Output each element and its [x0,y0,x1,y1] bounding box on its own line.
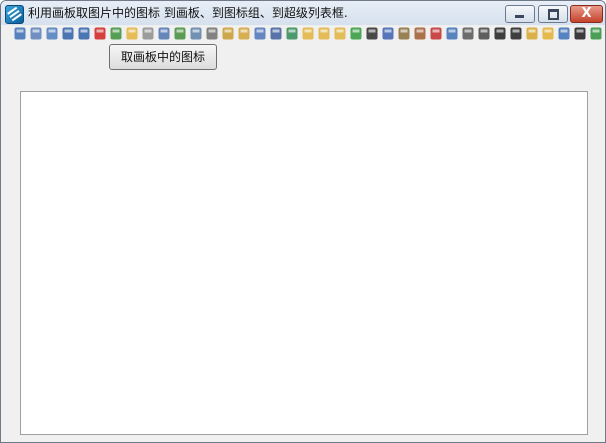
minimize-button[interactable] [505,5,535,23]
frame-bold-icon[interactable] [509,26,523,41]
grid-icon[interactable] [365,26,379,41]
undo-icon[interactable] [61,26,75,41]
save-all-icon[interactable] [285,26,299,41]
page-icon[interactable] [445,26,459,41]
crop-icon[interactable] [477,26,491,41]
star-icon[interactable] [541,26,555,41]
new-folder-icon[interactable] [301,26,315,41]
text-icon[interactable] [381,26,395,41]
image-icon[interactable] [109,26,123,41]
redo-icon[interactable] [77,26,91,41]
monitor-icon[interactable] [573,26,587,41]
brush-icon[interactable] [397,26,411,41]
network-icon[interactable] [557,26,571,41]
save-icon[interactable] [269,26,283,41]
lock-folder-icon[interactable] [221,26,235,41]
box-icon[interactable] [253,26,267,41]
app-icon[interactable] [5,5,24,24]
clear-icon[interactable] [429,26,443,41]
frame-icon[interactable] [493,26,507,41]
title-bar: 利用画板取图片中的图标 到画板、到图标组、到超级列表框. X [1,1,605,25]
open-folder-icon[interactable] [125,26,139,41]
copy-icon[interactable] [29,26,43,41]
folder-remove-icon[interactable] [333,26,347,41]
green-cube-icon[interactable] [349,26,363,41]
close-button[interactable]: X [570,5,603,23]
edit-page-icon[interactable] [141,26,155,41]
get-canvas-icon-button[interactable]: 取画板中的图标 [109,44,217,70]
pointer-icon[interactable] [173,26,187,41]
maximize-button[interactable] [538,5,568,23]
properties-icon[interactable] [157,26,171,41]
exchange-icon[interactable] [589,26,603,41]
close-icon: X [581,6,592,21]
cut-icon[interactable] [13,26,27,41]
delete-icon[interactable] [93,26,107,41]
main-window: 利用画板取图片中的图标 到画板、到图标组、到超级列表框. X 取画板中的图标 [0,0,606,443]
paste-icon[interactable] [45,26,59,41]
toolbar [13,26,605,43]
lock-icon[interactable] [237,26,251,41]
zoom-icon[interactable] [189,26,203,41]
paint-icon[interactable] [413,26,427,41]
effects-icon[interactable] [525,26,539,41]
window-title: 利用画板取图片中的图标 到画板、到图标组、到超级列表框. [28,6,348,20]
print-icon[interactable] [205,26,219,41]
select-icon[interactable] [461,26,475,41]
folder-add-icon[interactable] [317,26,331,41]
list-panel[interactable] [20,91,588,435]
